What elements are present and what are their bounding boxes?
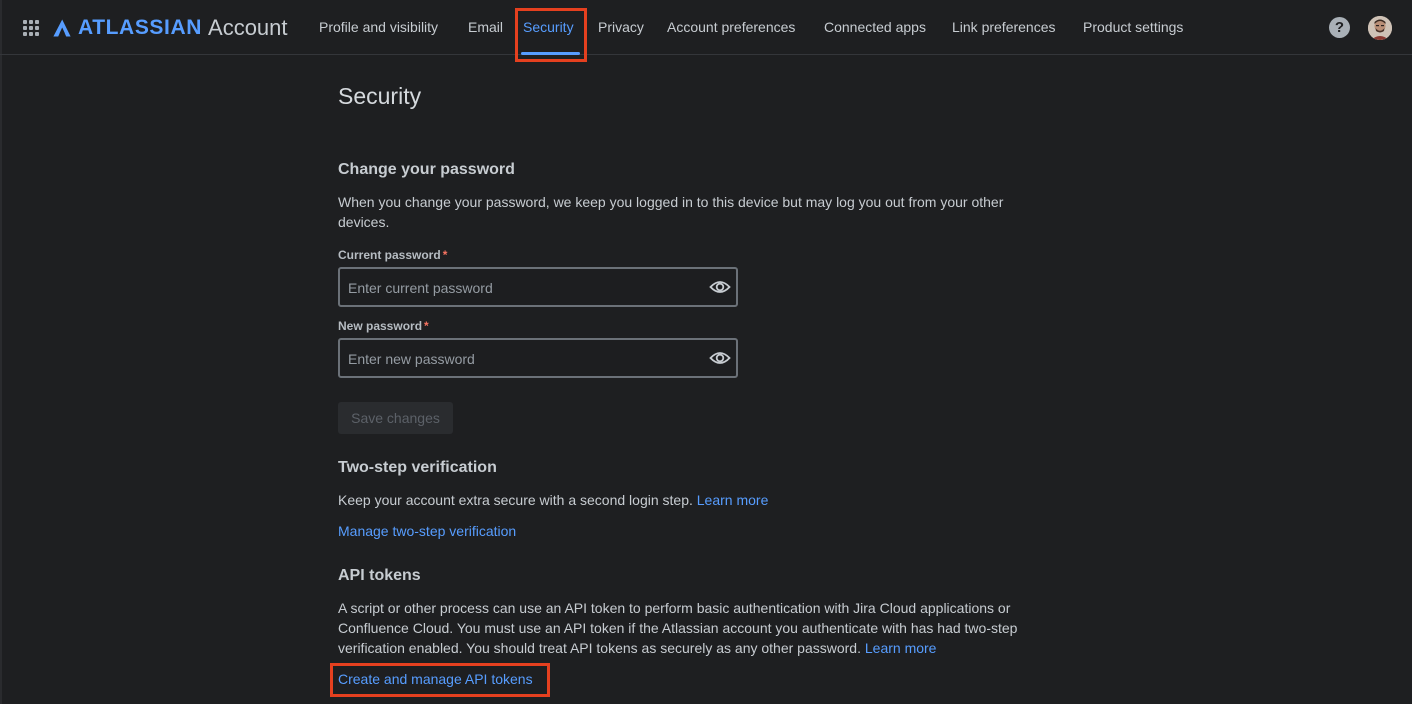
avatar-image [1368,16,1392,40]
two-step-description: Keep your account extra secure with a se… [338,492,693,508]
current-password-label: Current password * [338,248,447,262]
current-password-label-text: Current password [338,248,441,262]
change-password-heading: Change your password [338,161,515,178]
api-tokens-heading: API tokens [338,567,421,584]
two-step-heading: Two-step verification [338,459,497,476]
tab-account-preferences[interactable]: Account preferences [667,19,795,35]
tab-link-preferences[interactable]: Link preferences [952,19,1056,35]
user-avatar[interactable] [1368,16,1392,40]
current-password-input[interactable] [346,276,690,300]
two-step-description-line: Keep your account extra secure with a se… [338,490,1048,510]
window-edge [0,0,2,704]
api-tokens-link-highlight [330,663,550,697]
save-changes-button[interactable]: Save changes [338,402,453,434]
new-password-input[interactable] [346,347,690,371]
security-tab-highlight [515,8,587,62]
page-title: Security [338,83,422,109]
brand-name: ATLASSIAN [78,16,203,39]
atlassian-logo-icon [53,19,71,37]
help-icon[interactable]: ? [1329,17,1350,38]
api-tokens-description-block: A script or other process can use an API… [338,598,1048,658]
current-password-field[interactable] [338,267,738,307]
account-security-page: ATLASSIAN Account Profile and visibility… [0,0,1412,704]
eye-icon[interactable] [709,278,731,296]
tab-product-settings[interactable]: Product settings [1083,19,1183,35]
change-password-description: When you change your password, we keep y… [338,194,1004,230]
eye-icon[interactable] [709,349,731,367]
new-password-field[interactable] [338,338,738,378]
tab-email[interactable]: Email [468,19,503,35]
tab-privacy[interactable]: Privacy [598,19,644,35]
new-password-label: New password * [338,319,429,333]
tab-profile-and-visibility[interactable]: Profile and visibility [319,19,438,35]
api-tokens-learn-more-link[interactable]: Learn more [865,640,937,656]
tab-connected-apps[interactable]: Connected apps [824,19,926,35]
app-switcher-grid-icon[interactable] [23,20,39,36]
brand-suffix: Account [208,15,288,40]
top-navigation: ATLASSIAN Account Profile and visibility… [0,0,1412,55]
new-password-label-text: New password [338,319,423,333]
atlassian-account-logo[interactable]: ATLASSIAN Account [52,14,288,42]
required-marker: * [442,248,448,262]
required-marker: * [424,319,429,333]
two-step-learn-more-link[interactable]: Learn more [697,492,769,508]
manage-two-step-link[interactable]: Manage two-step verification [338,523,516,539]
